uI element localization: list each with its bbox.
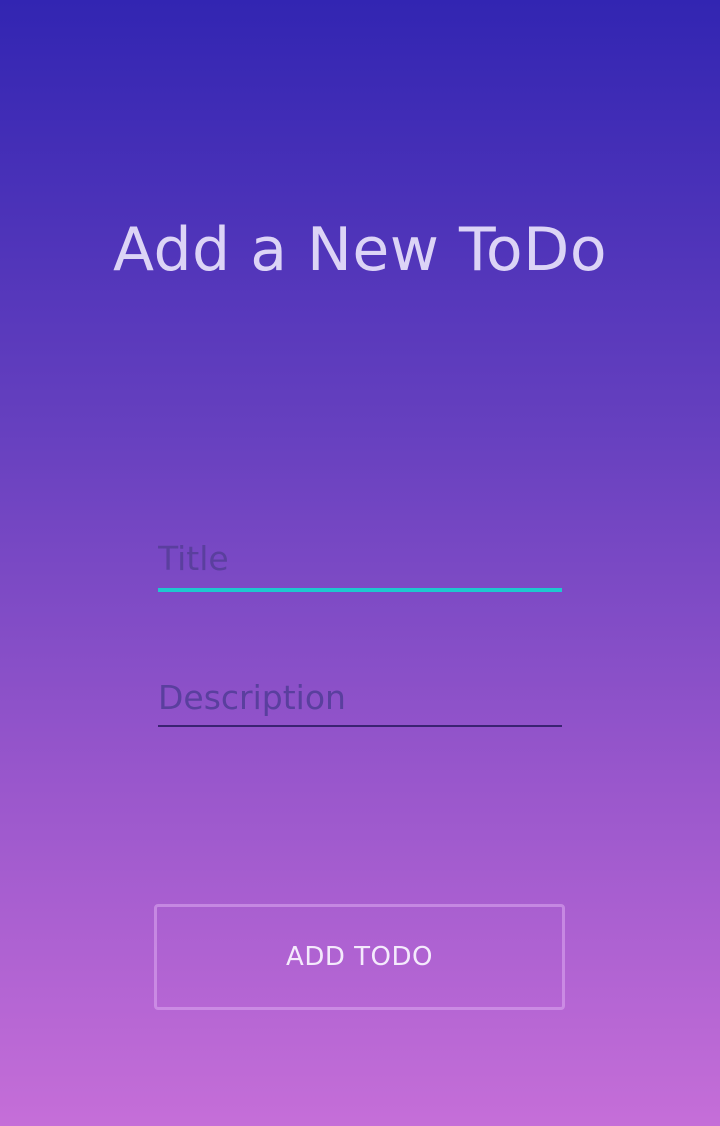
description-field: [158, 675, 562, 727]
title-field: [158, 536, 562, 592]
add-todo-screen: Add a New ToDo ADD TODO: [0, 0, 720, 1126]
page-title: Add a New ToDo: [112, 215, 608, 285]
description-underline: [158, 725, 562, 727]
title-underline: [158, 588, 562, 592]
add-todo-button[interactable]: ADD TODO: [154, 904, 565, 1010]
description-input[interactable]: [158, 675, 562, 721]
title-input[interactable]: [158, 536, 562, 582]
